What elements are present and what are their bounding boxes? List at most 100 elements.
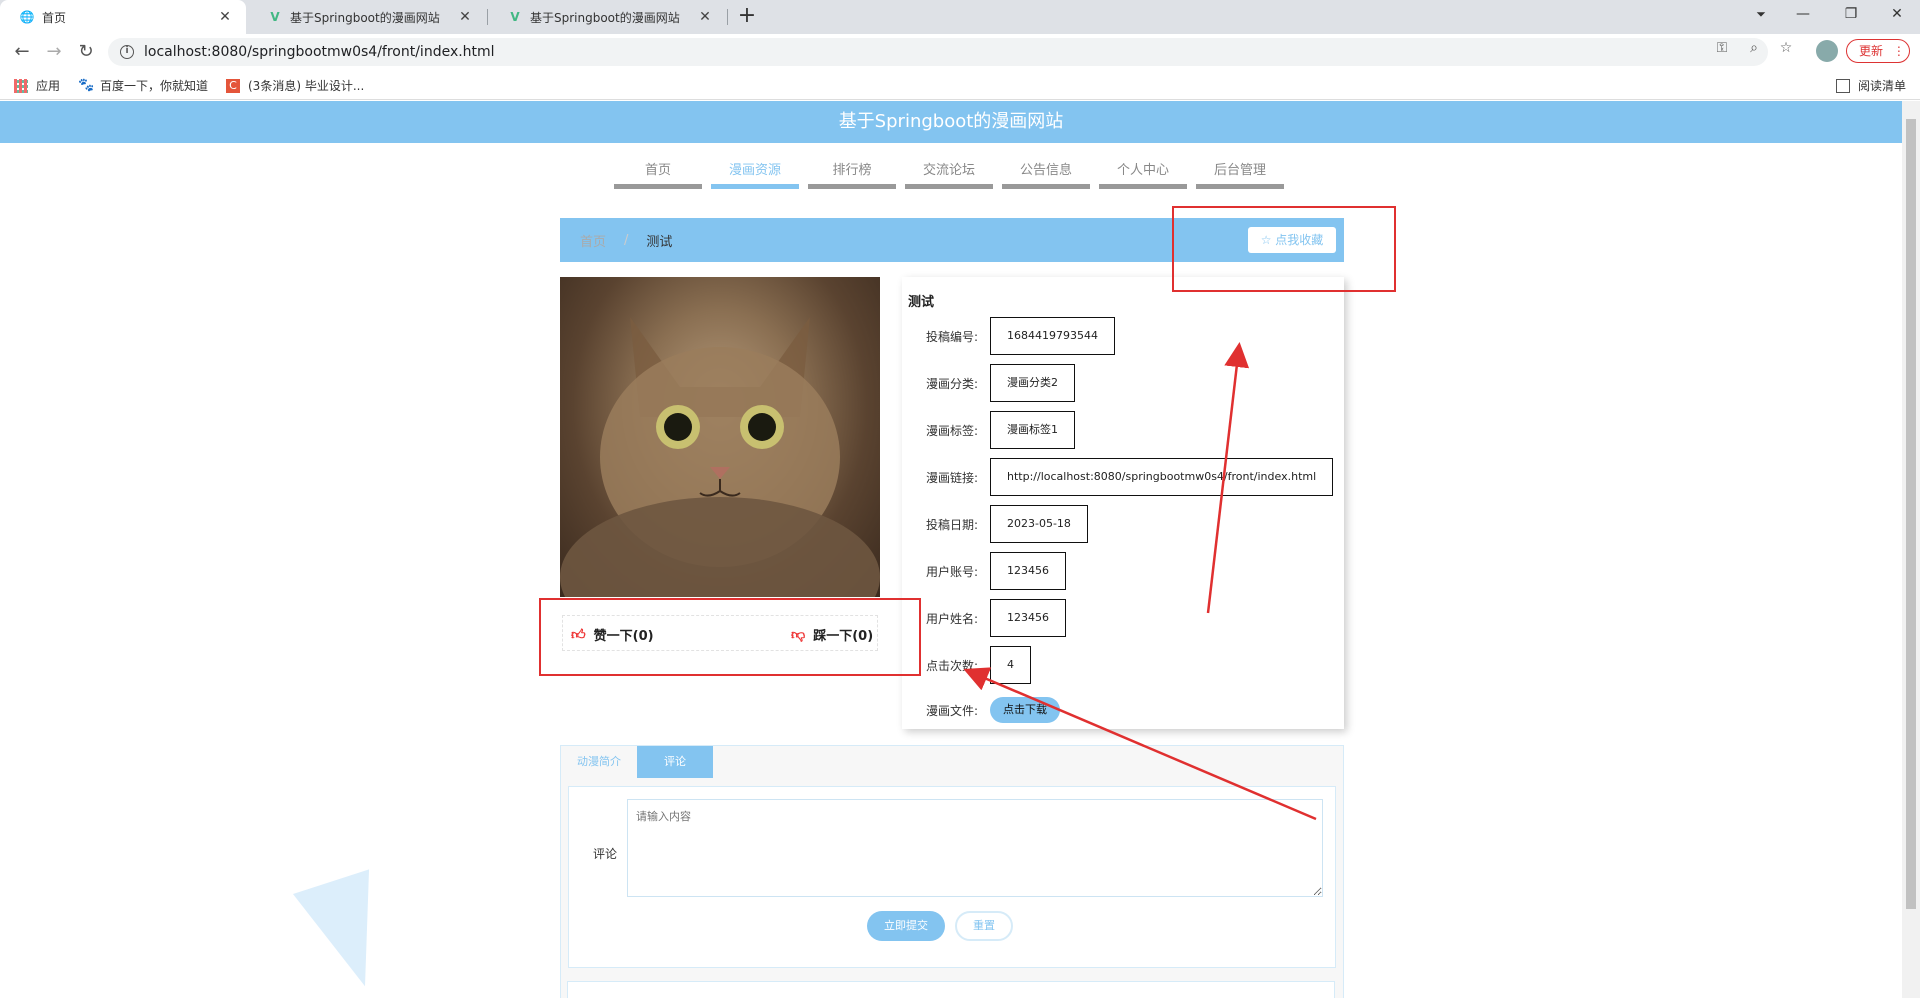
bookmark-label: (3条消息) 毕业设计... [248, 79, 365, 93]
field-row-category: 漫画分类: 漫画分类2 [920, 364, 1075, 402]
annotation-box-favorite [1172, 206, 1396, 292]
comment-input[interactable] [627, 799, 1323, 897]
bookmarks-bar: 应用 🐾 百度一下，你就知道 C (3条消息) 毕业设计... 阅读清单 [0, 70, 1920, 100]
update-button[interactable]: 更新 ⋮ [1846, 39, 1910, 63]
field-label: 用户姓名: [925, 611, 978, 626]
address-bar[interactable]: i localhost:8080/springbootmw0s4/front/i… [108, 38, 1768, 66]
tab-comments[interactable]: 评论 [637, 746, 713, 778]
comment-form: 评论 立即提交 重置 [568, 786, 1336, 968]
reading-list-icon [1836, 78, 1850, 93]
breadcrumb-home[interactable]: 首页 [580, 231, 606, 250]
bookmark-baidu[interactable]: 🐾 百度一下，你就知道 [78, 77, 208, 94]
cat-illustration [560, 317, 880, 657]
field-row-account: 用户账号: 123456 [920, 552, 1066, 590]
field-label: 用户账号: [925, 564, 978, 579]
comment-list-panel [567, 981, 1335, 998]
field-row-clicks: 点击次数: 4 [920, 646, 1031, 684]
site-header: 基于Springboot的漫画网站 [0, 101, 1902, 143]
field-value: 123456 [990, 552, 1066, 590]
star-icon[interactable]: ☆ [1776, 40, 1796, 56]
browser-toolbar: ← → ↻ i localhost:8080/springbootmw0s4/f… [0, 34, 1920, 70]
new-tab-button[interactable]: + [734, 4, 760, 30]
close-window-icon[interactable]: ✕ [1874, 0, 1920, 30]
nav-notices[interactable]: 公告信息 [1002, 159, 1090, 189]
apps-grid-icon [14, 78, 28, 93]
field-label: 点击次数: [925, 658, 978, 673]
submit-button[interactable]: 立即提交 [867, 911, 945, 941]
breadcrumb-separator: / [624, 232, 629, 248]
field-value: 漫画分类2 [990, 364, 1075, 402]
field-label: 漫画分类: [925, 376, 978, 391]
annotation-box-votes [539, 598, 921, 676]
zoom-icon[interactable]: ⌕ [1744, 40, 1764, 56]
tab-title: 首页 [42, 10, 67, 25]
nav-forum[interactable]: 交流论坛 [905, 159, 993, 189]
browser-tab-site-2[interactable]: V 基于Springboot的漫画网站 ✕ [488, 0, 726, 34]
comic-title: 测试 [908, 295, 935, 310]
bookmark-label: 百度一下，你就知道 [100, 79, 209, 93]
bookmark-label: 应用 [36, 79, 61, 93]
reset-button[interactable]: 重置 [955, 911, 1013, 941]
tab-search-icon[interactable]: ⏷ [1738, 0, 1784, 30]
download-button[interactable]: 点击下载 [990, 697, 1060, 723]
field-label: 漫画链接: [925, 470, 978, 485]
browser-tab-home[interactable]: 🌐 首页 ✕ [0, 0, 246, 34]
back-arrow-icon[interactable]: ← [10, 40, 34, 64]
close-icon[interactable]: ✕ [456, 9, 474, 25]
field-row-link: 漫画链接: http://localhost:8080/springbootmw… [920, 458, 1334, 496]
main-nav: 首页 漫画资源 排行榜 交流论坛 公告信息 个人中心 后台管理 [614, 159, 1284, 189]
decorative-triangle [292, 869, 404, 998]
field-value: 2023-05-18 [990, 505, 1088, 543]
reload-icon[interactable]: ↻ [74, 40, 98, 64]
profile-avatar[interactable] [1816, 40, 1838, 62]
bookmark-csdn[interactable]: C (3条消息) 毕业设计... [226, 77, 364, 94]
page-scrollbar[interactable] [1902, 101, 1920, 998]
field-label: 漫画文件: [925, 703, 978, 718]
field-value: 4 [990, 646, 1031, 684]
bookmark-apps[interactable]: 应用 [14, 77, 60, 94]
tab-title: 基于Springboot的漫画网站 [290, 10, 440, 25]
field-value: 123456 [990, 599, 1066, 637]
field-row-date: 投稿日期: 2023-05-18 [920, 505, 1088, 543]
browser-tab-site-1[interactable]: V 基于Springboot的漫画网站 ✕ [248, 0, 486, 34]
nav-home[interactable]: 首页 [614, 159, 702, 189]
info-icon[interactable]: i [120, 45, 134, 59]
field-label: 漫画标签: [925, 423, 978, 438]
tabs-header: 动漫简介 评论 [561, 746, 713, 778]
field-value: 漫画标签1 [990, 411, 1075, 449]
key-icon[interactable]: ⚿ [1712, 40, 1732, 56]
forward-arrow-icon[interactable]: → [42, 40, 66, 64]
reading-list[interactable]: 阅读清单 [1836, 77, 1906, 94]
globe-icon: 🌐 [19, 10, 35, 24]
field-label: 投稿日期: [925, 517, 978, 532]
minimize-icon[interactable]: — [1780, 0, 1826, 30]
baidu-paw-icon: 🐾 [78, 77, 95, 93]
update-label: 更新 [1859, 44, 1884, 58]
breadcrumb-current: 测试 [646, 234, 673, 250]
comment-label: 评论 [593, 847, 618, 861]
restore-icon[interactable]: ❐ [1828, 0, 1874, 30]
nav-ranking[interactable]: 排行榜 [808, 159, 896, 189]
field-row-file: 漫画文件: 点击下载 [920, 697, 1060, 723]
tab-title: 基于Springboot的漫画网站 [530, 10, 680, 25]
field-value: http://localhost:8080/springbootmw0s4/fr… [990, 458, 1334, 496]
page-viewport: 基于Springboot的漫画网站 首页 漫画资源 排行榜 交流论坛 公告信息 … [0, 101, 1902, 998]
field-label: 投稿编号: [925, 329, 978, 344]
more-menu-icon[interactable]: ⋮ [1893, 44, 1905, 58]
comic-cover-image [560, 277, 880, 657]
field-row-username: 用户姓名: 123456 [920, 599, 1066, 637]
vue-icon: V [270, 10, 280, 24]
field-row-submission-id: 投稿编号: 1684419793544 [920, 317, 1115, 355]
nav-admin[interactable]: 后台管理 [1196, 159, 1284, 189]
comic-info-card: 测试 投稿编号: 1684419793544 漫画分类: 漫画分类2 漫画标签:… [902, 277, 1344, 729]
vue-icon: V [510, 10, 520, 24]
nav-profile[interactable]: 个人中心 [1099, 159, 1187, 189]
nav-comics[interactable]: 漫画资源 [711, 159, 799, 189]
address-url: localhost:8080/springbootmw0s4/front/ind… [144, 44, 495, 60]
close-icon[interactable]: ✕ [696, 9, 714, 25]
tab-separator [727, 9, 728, 25]
tab-intro[interactable]: 动漫简介 [561, 746, 637, 778]
close-icon[interactable]: ✕ [216, 9, 234, 25]
detail-tabs: 动漫简介 评论 评论 立即提交 重置 [560, 745, 1344, 998]
scrollbar-thumb[interactable] [1906, 119, 1916, 909]
